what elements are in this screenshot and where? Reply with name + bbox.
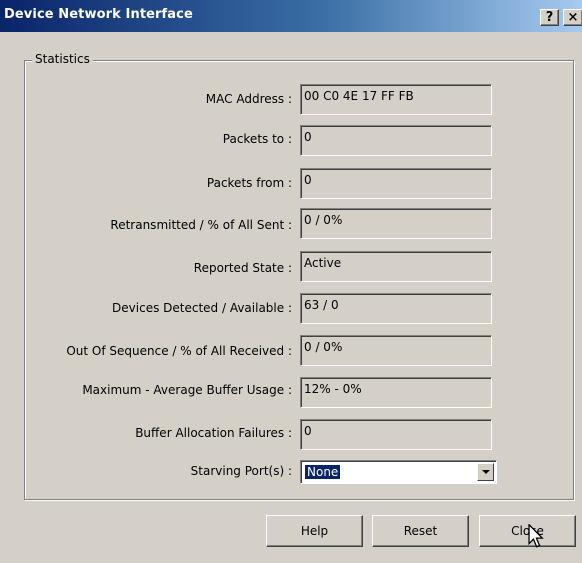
devices-detected-label: Devices Detected / Available : <box>112 301 292 315</box>
buffer-usage-field: 12% - 0% <box>300 377 492 408</box>
retransmitted-label: Retransmitted / % of All Sent : <box>110 218 292 232</box>
statistics-group-label: Statistics <box>32 52 93 66</box>
out-of-sequence-field: 0 / 0% <box>300 335 492 366</box>
packets-from-field: 0 <box>300 168 492 199</box>
dialog-window: Device Network Interface ? × Statistics … <box>0 0 582 563</box>
packets-from-label: Packets from : <box>206 176 292 190</box>
starving-port-select[interactable]: None <box>300 460 497 484</box>
help-button[interactable]: Help <box>266 515 363 547</box>
mouse-pointer-icon <box>528 524 544 548</box>
window-title: Device Network Interface <box>4 7 193 22</box>
devices-detected-field: 63 / 0 <box>300 293 492 324</box>
retransmitted-field: 0 / 0% <box>300 208 492 239</box>
title-bar: Device Network Interface ? × <box>0 0 582 32</box>
buffer-allocation-failures-field: 0 <box>300 419 492 450</box>
titlebar-close-button[interactable]: × <box>563 9 582 26</box>
buffer-usage-label: Maximum - Average Buffer Usage : <box>82 383 292 397</box>
out-of-sequence-label: Out Of Sequence / % of All Received : <box>66 344 292 358</box>
mac-address-field: 00 C0 4E 17 FF FB <box>300 84 492 115</box>
packets-to-label: Packets to : <box>222 132 292 146</box>
mac-address-label: MAC Address : <box>205 92 292 106</box>
titlebar-help-button[interactable]: ? <box>540 9 559 26</box>
reset-button[interactable]: Reset <box>372 515 469 547</box>
chevron-down-icon[interactable] <box>477 463 494 481</box>
starving-port-label: Starving Port(s) : <box>190 464 292 478</box>
starving-port-selected-value: None <box>305 465 341 479</box>
packets-to-field: 0 <box>300 125 492 156</box>
reported-state-field: Active <box>300 251 492 282</box>
reported-state-label: Reported State : <box>193 261 292 275</box>
buffer-allocation-failures-label: Buffer Allocation Failures : <box>135 426 292 440</box>
